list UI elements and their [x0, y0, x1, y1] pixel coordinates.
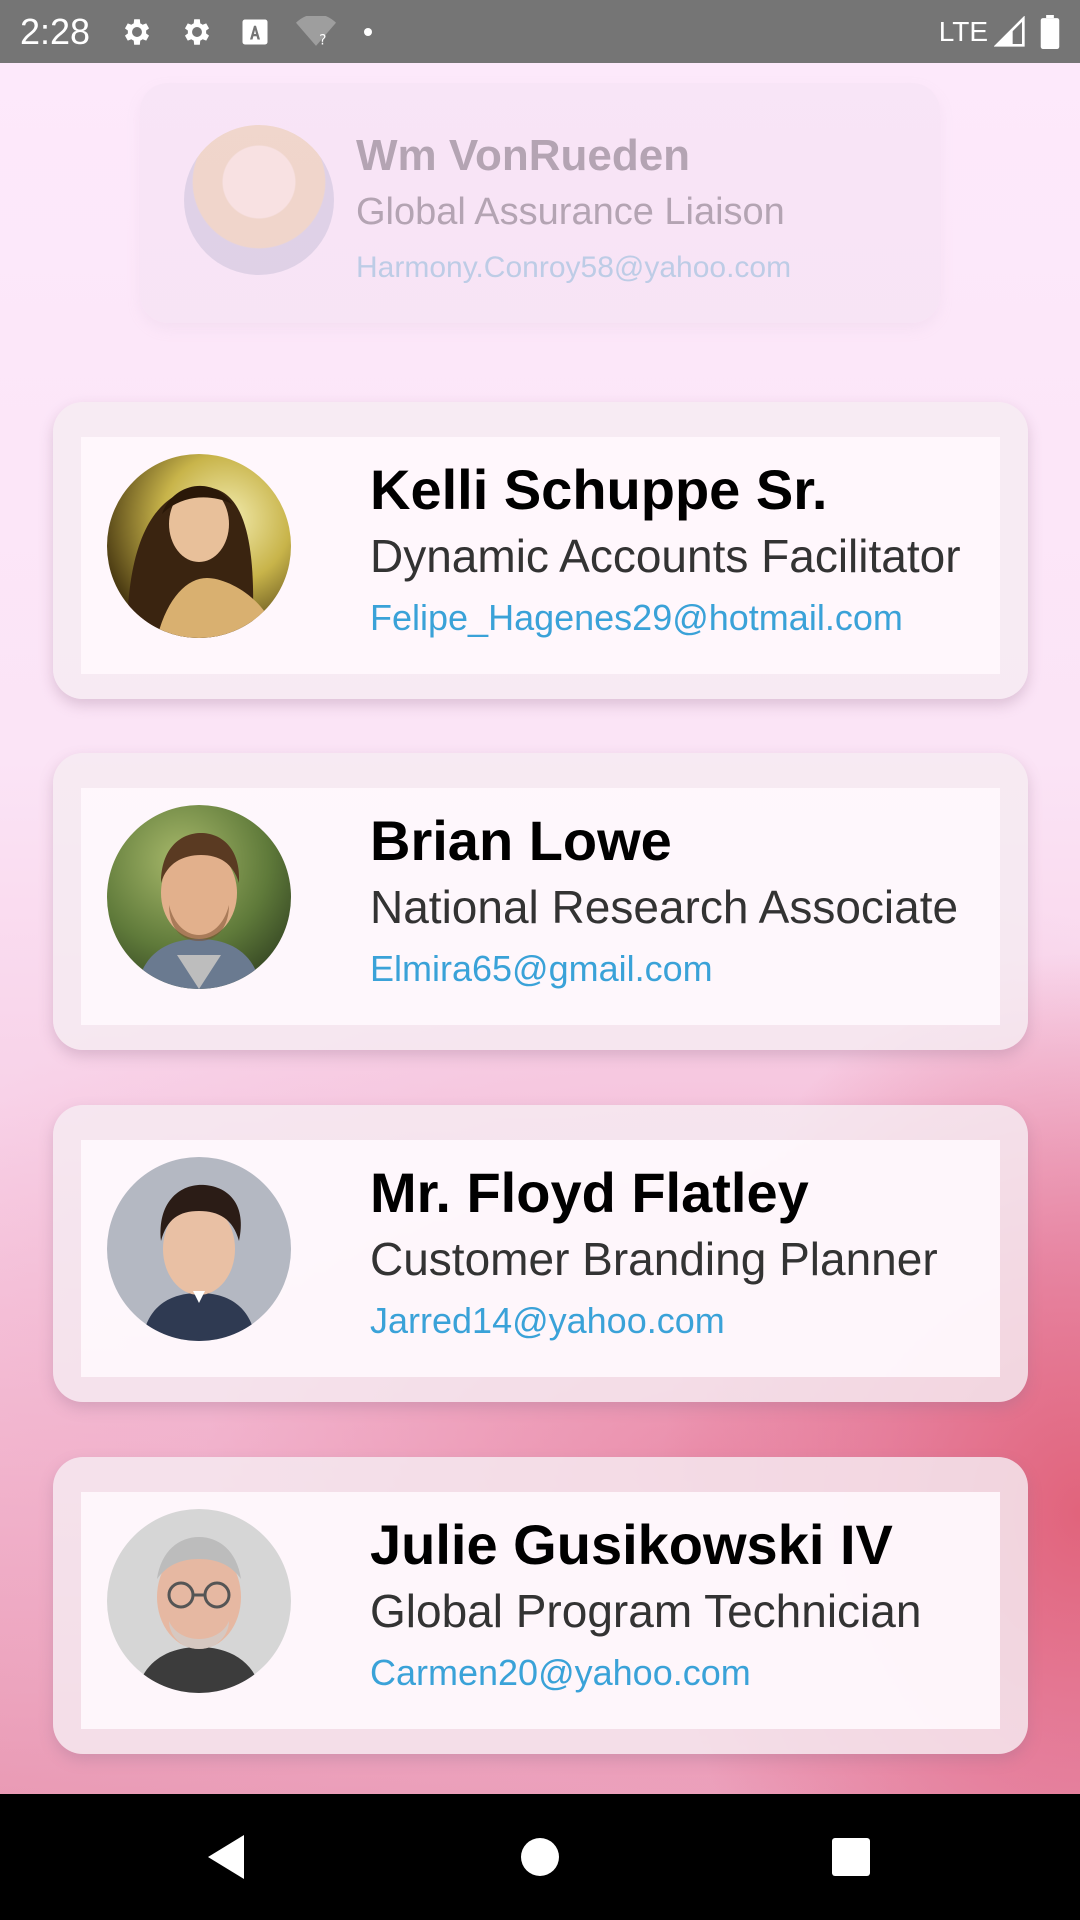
contact-card[interactable]: Kelli Schuppe Sr. Dynamic Accounts Facil… — [53, 402, 1028, 699]
wifi-unknown-icon: ? — [296, 15, 337, 48]
avatar — [107, 454, 291, 638]
avatar — [107, 1157, 291, 1341]
avatar — [107, 1509, 291, 1693]
contact-card-content: Kelli Schuppe Sr. Dynamic Accounts Facil… — [81, 437, 1000, 674]
contact-title: National Research Associate — [370, 881, 959, 933]
contact-name: Kelli Schuppe Sr. — [370, 458, 828, 521]
svg-text:?: ? — [319, 32, 326, 48]
contact-name: Wm VonRueden — [356, 131, 691, 180]
contact-email[interactable]: Carmen20@yahoo.com — [370, 1652, 751, 1694]
contact-card-ghost[interactable]: Wm VonRueden Global Assurance Liaison Ha… — [140, 83, 940, 323]
contact-email[interactable]: Jarred14@yahoo.com — [370, 1300, 725, 1342]
status-time: 2:28 — [20, 10, 91, 52]
contact-name: Brian Lowe — [370, 809, 672, 872]
recents-icon[interactable] — [821, 1827, 881, 1887]
settings-icon — [180, 15, 214, 49]
contact-title: Customer Branding Planner — [370, 1233, 938, 1285]
signal-icon — [994, 15, 1026, 48]
contact-name: Mr. Floyd Flatley — [370, 1161, 809, 1224]
contact-email[interactable]: Elmira65@gmail.com — [370, 948, 713, 990]
navigation-bar — [0, 1794, 1080, 1920]
back-icon[interactable] — [196, 1827, 256, 1887]
contact-card[interactable]: Mr. Floyd Flatley Customer Branding Plan… — [53, 1105, 1028, 1402]
contact-list[interactable]: Wm VonRueden Global Assurance Liaison Ha… — [0, 63, 1080, 1794]
contact-email[interactable]: Felipe_Hagenes29@hotmail.com — [370, 597, 903, 639]
battery-icon — [1040, 14, 1060, 49]
settings-icon — [120, 15, 154, 49]
contact-card[interactable]: Julie Gusikowski IV Global Program Techn… — [53, 1457, 1028, 1754]
avatar — [184, 125, 334, 275]
home-icon[interactable] — [510, 1827, 570, 1887]
keyboard-a-icon — [240, 17, 270, 47]
contact-card[interactable]: Brian Lowe National Research Associate E… — [53, 753, 1028, 1050]
contact-email: Harmony.Conroy58@yahoo.com — [356, 251, 792, 284]
contact-title: Global Assurance Liaison — [356, 191, 785, 233]
contact-title: Global Program Technician — [370, 1585, 922, 1637]
contact-card-content: Brian Lowe National Research Associate E… — [81, 788, 1000, 1025]
contact-card-content: Mr. Floyd Flatley Customer Branding Plan… — [81, 1140, 1000, 1377]
network-type: LTE — [938, 15, 988, 47]
avatar — [107, 805, 291, 989]
contact-title: Dynamic Accounts Facilitator — [370, 530, 961, 582]
status-bar: 2:28 ? LTE — [0, 0, 1080, 63]
dot-icon — [362, 26, 374, 38]
contact-name: Julie Gusikowski IV — [370, 1513, 893, 1576]
contact-card-content: Julie Gusikowski IV Global Program Techn… — [81, 1492, 1000, 1729]
